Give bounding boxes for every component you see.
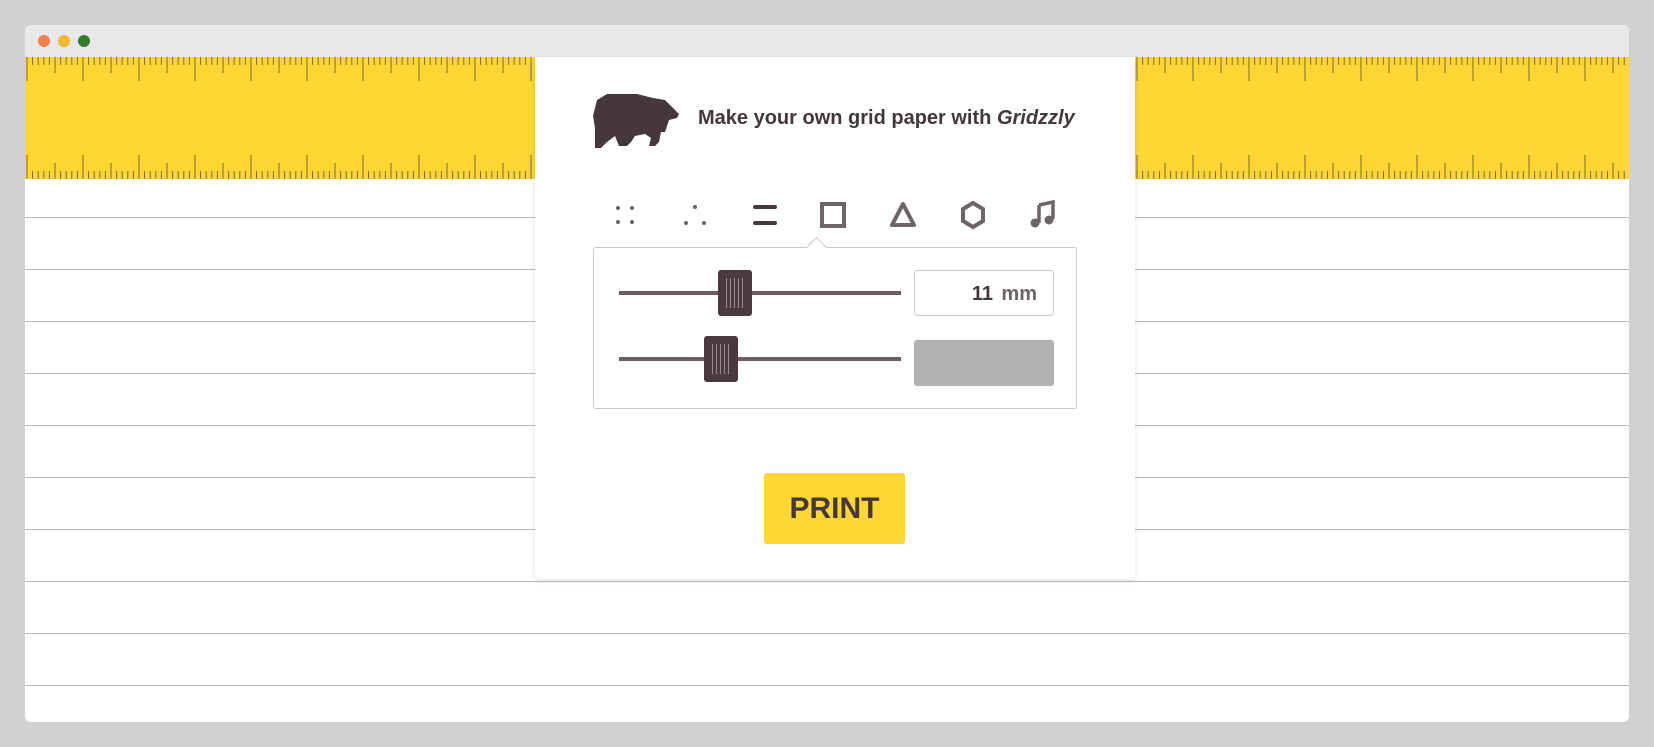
maximize-window-button[interactable] xyxy=(78,35,90,47)
brand-name: Gridzzly xyxy=(996,107,1075,129)
pattern-selector xyxy=(605,195,1085,235)
spacing-unit: mm xyxy=(1001,283,1037,305)
ruler-right xyxy=(1135,57,1629,179)
minimize-window-button[interactable] xyxy=(58,35,70,47)
pattern-triangle-dots-button[interactable] xyxy=(675,195,715,235)
pattern-hexagons-button[interactable] xyxy=(953,195,993,235)
paper-rule-line xyxy=(25,633,1629,634)
pattern-triangles-button[interactable] xyxy=(883,195,923,235)
title-bar xyxy=(25,25,1629,57)
dots-triangle-icon xyxy=(684,205,706,225)
slider-track xyxy=(619,291,901,295)
paper-rule-line xyxy=(25,581,1629,582)
paper-rule-line xyxy=(25,685,1629,686)
spacing-value: 11 xyxy=(971,283,993,305)
bear-icon xyxy=(593,94,679,148)
pattern-music-button[interactable] xyxy=(1023,195,1063,235)
spacing-value-field[interactable]: 11 mm xyxy=(914,270,1054,316)
title-prefix: Make your own grid paper with xyxy=(698,107,997,129)
triangle-icon xyxy=(890,202,916,227)
music-note-icon xyxy=(1030,199,1055,228)
slider-track xyxy=(619,357,901,361)
lines-icon xyxy=(753,205,777,225)
slider-handle[interactable] xyxy=(703,336,738,382)
settings-panel: Make your own grid paper with Gridzzly 1… xyxy=(535,57,1135,579)
browser-window: Make your own grid paper with Gridzzly 1… xyxy=(25,25,1629,722)
selection-pointer xyxy=(805,236,828,259)
ruler-left xyxy=(25,57,535,179)
pattern-lines-button[interactable] xyxy=(745,195,785,235)
print-button[interactable]: PRINT xyxy=(764,473,905,544)
dots-grid-icon xyxy=(616,206,634,224)
hexagon-icon xyxy=(961,200,985,230)
pattern-squares-button[interactable] xyxy=(813,195,853,235)
slider-handle[interactable] xyxy=(717,270,752,316)
secondary-slider[interactable] xyxy=(619,336,901,382)
secondary-value-field-disabled xyxy=(914,340,1054,386)
pattern-settings-box: 11 mm xyxy=(593,236,1077,409)
square-icon xyxy=(820,202,846,228)
pattern-square-dots-button[interactable] xyxy=(605,195,645,235)
page-title: Make your own grid paper with Gridzzly xyxy=(698,107,1075,130)
spacing-slider[interactable] xyxy=(619,270,901,316)
close-window-button[interactable] xyxy=(38,35,50,47)
